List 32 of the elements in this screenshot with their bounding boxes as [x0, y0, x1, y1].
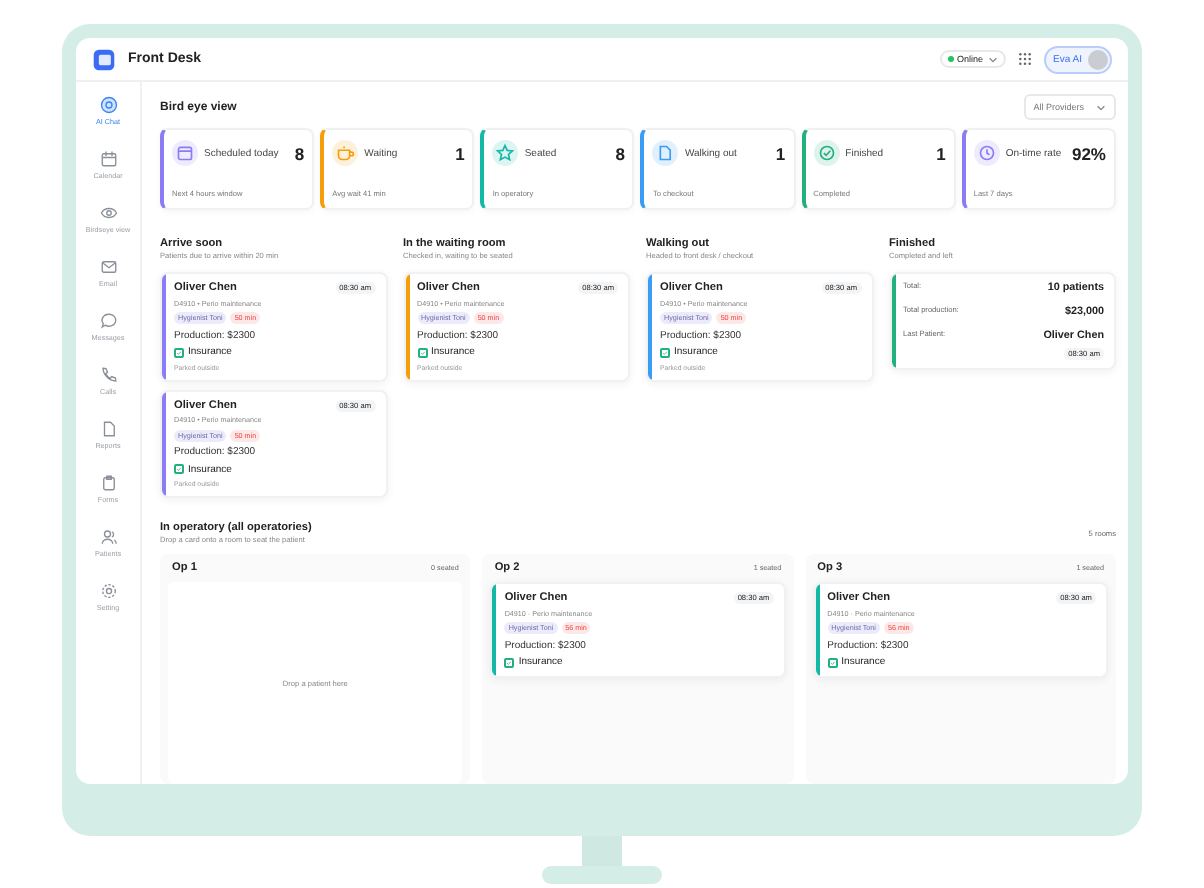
insurance-checkbox[interactable] [174, 347, 184, 357]
calendar-icon [99, 150, 117, 168]
people-icon [99, 528, 117, 546]
insurance-checkbox[interactable] [827, 657, 838, 667]
stat-value: 8 [615, 143, 625, 163]
insurance-checkbox[interactable] [504, 657, 515, 667]
caret-icon [1096, 103, 1106, 111]
insurance-checkbox[interactable] [417, 347, 427, 357]
insurance-checkbox[interactable] [174, 464, 184, 474]
caret-icon [987, 55, 998, 63]
cup-icon [332, 140, 359, 166]
mail-icon [99, 258, 117, 276]
clock-icon [973, 140, 1000, 166]
logo-icon [92, 47, 116, 71]
stat-value: 92% [1071, 143, 1106, 163]
stat-value: 1 [455, 143, 465, 163]
avatar-icon [1088, 49, 1108, 69]
stat-value: 1 [936, 143, 946, 163]
gear-icon [99, 582, 117, 600]
phone-icon [99, 366, 117, 384]
doc-icon [99, 420, 117, 438]
apps-grid-icon[interactable] [1017, 52, 1032, 66]
calendar-icon [172, 140, 198, 166]
star-icon [492, 140, 519, 166]
doc-icon [652, 140, 679, 166]
insurance-checkbox[interactable] [660, 347, 670, 357]
clipboard-icon [99, 474, 117, 492]
eye-icon [99, 204, 117, 222]
chat-icon [99, 312, 117, 330]
check-icon [813, 140, 840, 166]
stat-value: 8 [294, 143, 305, 163]
stat-value: 1 [775, 143, 786, 163]
